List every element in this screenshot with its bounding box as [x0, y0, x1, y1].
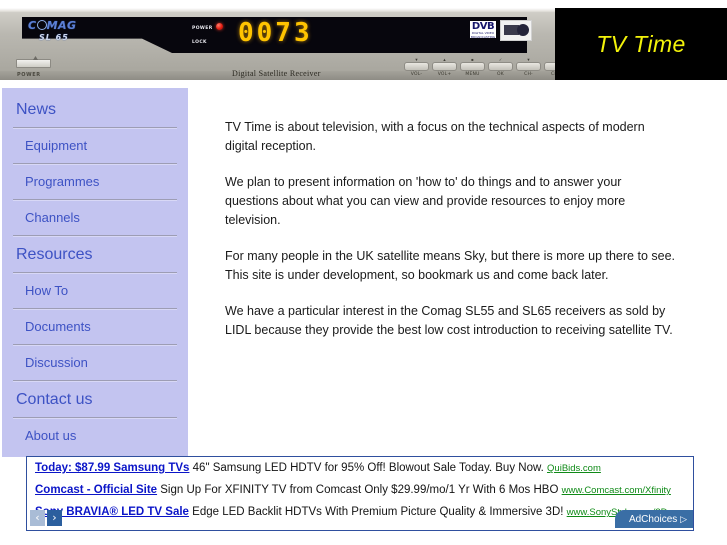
comag-brand-text-rest: MAG — [46, 19, 77, 32]
receiver-button-ch-down: ▼ CH- — [516, 58, 541, 77]
ad-row[interactable]: Comcast - Official Site Sign Up For XFIN… — [27, 479, 693, 501]
receiver-lock-label: LOCK — [192, 40, 207, 45]
receivers-paragraph: We have a particular interest in the Com… — [225, 304, 673, 337]
receiver-button-ch-up: ▲ CH+ — [544, 58, 555, 77]
page-header: C MAG SL 65 POWER LOCK 0073 DVB DIGITAL V… — [0, 8, 727, 80]
ch-down-label: CH- — [524, 72, 533, 77]
ad-url-link[interactable]: QuiBids.com — [547, 463, 601, 474]
sidebar-item-resources[interactable]: Resources — [2, 237, 188, 272]
receiver-power-switch-label: POWER — [17, 72, 41, 78]
receiver-button-row: ▼ VOL- ▲ VOL+ ■ MENU ✓ OK ▼ CH- C — [404, 58, 555, 77]
sidebar-item-equipment[interactable]: Equipment — [2, 129, 188, 163]
sidebar-item-documents[interactable]: Documents — [2, 310, 188, 344]
plans-paragraph: We plan to present information on 'how t… — [225, 175, 626, 227]
ad-row[interactable]: Today: $87.99 Samsung TVs 46" Samsung LE… — [27, 457, 693, 479]
ch-down-key — [516, 62, 541, 71]
menu-key — [460, 62, 485, 71]
next-arrow-icon[interactable]: › — [47, 510, 62, 526]
vol-down-key — [404, 62, 429, 71]
ch-up-label: CH+ — [551, 72, 555, 77]
ad-url-link[interactable]: www.Comcast.com/Xfinity — [562, 485, 671, 496]
comag-brand-text: C — [28, 19, 37, 32]
ad-footer: ‹ › AdChoices ▷ — [27, 510, 693, 530]
adchoices-label: AdChoices — [628, 514, 678, 525]
vol-down-label: VOL- — [410, 72, 423, 77]
receiver-power-switch — [16, 59, 51, 68]
receiver-button-menu: ■ MENU — [460, 58, 485, 77]
receiver-button-ok: ✓ OK — [488, 58, 513, 77]
ad-banner: Today: $87.99 Samsung TVs 46" Samsung LE… — [26, 456, 694, 531]
sidebar-item-discussion[interactable]: Discussion — [2, 346, 188, 380]
sidebar-item-channels[interactable]: Channels — [2, 201, 188, 235]
sidebar-item-how-to[interactable]: How To — [2, 274, 188, 308]
ad-pagination: ‹ › — [30, 510, 62, 526]
sidebar-navigation: News Equipment Programmes Channels Resou… — [2, 88, 188, 457]
power-led-icon — [216, 23, 223, 30]
ad-description: Sign Up For XFINITY TV from Comcast Only… — [160, 484, 559, 496]
satellite-receiver-image: C MAG SL 65 POWER LOCK 0073 DVB DIGITAL V… — [0, 8, 555, 80]
receiver-power-label: POWER — [192, 26, 213, 31]
sidebar-item-programmes[interactable]: Programmes — [2, 165, 188, 199]
ok-key — [488, 62, 513, 71]
ch-up-key — [544, 62, 555, 71]
page-title: TV Time — [596, 30, 686, 57]
sidebar-item-about-us[interactable]: About us — [2, 419, 188, 453]
comag-brand-logo: C MAG SL 65 — [28, 19, 77, 43]
ad-title-link[interactable]: Comcast - Official Site — [35, 484, 157, 496]
sidebar-item-contact-us[interactable]: Contact us — [2, 382, 188, 417]
previous-arrow-icon[interactable]: ‹ — [30, 510, 45, 526]
smartcard-logo-icon — [500, 20, 532, 41]
comag-o-ring-icon — [36, 20, 47, 30]
intro-paragraph: TV Time is about television, with a focu… — [225, 120, 645, 153]
ok-label: OK — [497, 72, 504, 77]
site-title-block: TV Time — [555, 8, 727, 80]
adchoices-triangle-icon: ▷ — [680, 514, 687, 524]
sidebar-item-news[interactable]: News — [2, 92, 188, 127]
receiver-model-label: SL 65 — [39, 33, 69, 42]
menu-label: MENU — [465, 72, 480, 77]
vol-up-key — [432, 62, 457, 71]
smartcard-disc-shape — [517, 24, 529, 36]
ad-title-link[interactable]: Today: $87.99 Samsung TVs — [35, 462, 189, 474]
dvb-logo-icon: DVB DIGITAL VIDEO BROADCASTING — [470, 21, 496, 38]
receiver-display: 0073 — [238, 18, 313, 48]
main-content: TV Time is about television, with a focu… — [225, 118, 675, 357]
receiver-caption: Digital Satellite Receiver — [232, 69, 321, 78]
receiver-button-vol-down: ▼ VOL- — [404, 58, 429, 77]
vol-up-label: VOL+ — [437, 72, 452, 77]
satellite-paragraph: For many people in the UK satellite mean… — [225, 249, 675, 282]
adchoices-button[interactable]: AdChoices ▷ — [614, 510, 693, 528]
ad-description: 46" Samsung LED HDTV for 95% Off! Blowou… — [192, 462, 544, 474]
receiver-button-vol-up: ▲ VOL+ — [432, 58, 457, 77]
dvb-logo-subtext: DIGITAL VIDEO BROADCASTING — [470, 31, 496, 39]
